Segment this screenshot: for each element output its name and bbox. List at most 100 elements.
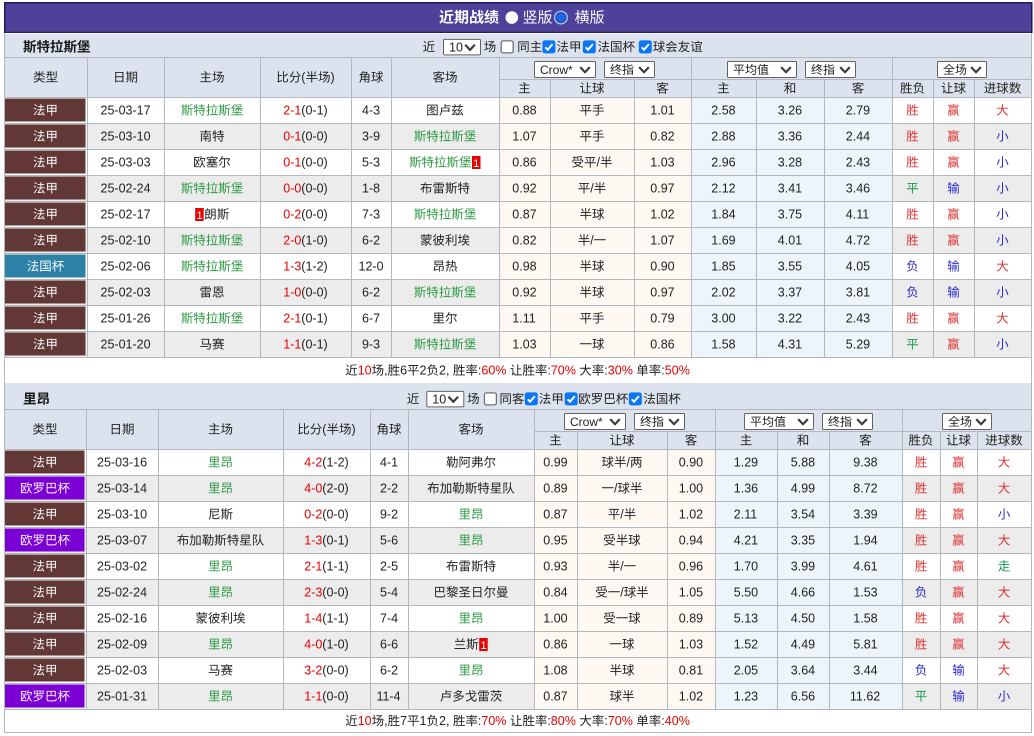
svg-text:4-0: 4-0 bbox=[304, 638, 322, 652]
svg-text:30%: 30% bbox=[608, 364, 633, 378]
svg-text:3.64: 3.64 bbox=[791, 664, 815, 678]
svg-text:1.69: 1.69 bbox=[711, 234, 735, 248]
svg-text:0.90: 0.90 bbox=[650, 260, 674, 274]
svg-text:/: / bbox=[620, 560, 624, 574]
svg-text:2.02: 2.02 bbox=[711, 286, 735, 300]
svg-text:/: / bbox=[614, 482, 618, 496]
svg-text:6-2: 6-2 bbox=[362, 286, 380, 300]
svg-text:5-3: 5-3 bbox=[362, 156, 380, 170]
svg-text:70%: 70% bbox=[608, 714, 633, 728]
svg-text:(1-0): (1-0) bbox=[301, 234, 327, 248]
svg-text:0.87: 0.87 bbox=[543, 690, 567, 704]
svg-text:2-1: 2-1 bbox=[304, 560, 322, 574]
svg-text:(0-0): (0-0) bbox=[301, 286, 327, 300]
svg-text:0.97: 0.97 bbox=[650, 182, 674, 196]
svg-text:4.11: 4.11 bbox=[846, 208, 869, 222]
svg-text:2-3: 2-3 bbox=[304, 586, 322, 600]
svg-text:70%: 70% bbox=[551, 364, 576, 378]
svg-text:6: 6 bbox=[400, 364, 407, 378]
svg-text:2.79: 2.79 bbox=[846, 104, 870, 118]
svg-text:0-0: 0-0 bbox=[283, 182, 301, 196]
svg-text:0.92: 0.92 bbox=[512, 182, 536, 196]
svg-text:3.26: 3.26 bbox=[778, 104, 802, 118]
svg-text:4-3: 4-3 bbox=[362, 104, 380, 118]
svg-text:2.44: 2.44 bbox=[846, 130, 870, 144]
svg-text:/: / bbox=[620, 508, 624, 522]
svg-text:6-6: 6-6 bbox=[380, 638, 398, 652]
svg-text:25-02-17: 25-02-17 bbox=[101, 208, 151, 222]
svg-text:1-3: 1-3 bbox=[283, 260, 301, 274]
svg-text:(0-1): (0-1) bbox=[301, 338, 327, 352]
svg-text:25-03-10: 25-03-10 bbox=[101, 130, 151, 144]
svg-text:1.05: 1.05 bbox=[679, 586, 703, 600]
svg-text:1-1: 1-1 bbox=[283, 338, 301, 352]
svg-text:1-0: 1-0 bbox=[283, 286, 301, 300]
svg-text:4.66: 4.66 bbox=[791, 586, 815, 600]
svg-text:25-02-24: 25-02-24 bbox=[101, 182, 151, 196]
svg-text:0.97: 0.97 bbox=[650, 286, 674, 300]
svg-text:6-2: 6-2 bbox=[362, 234, 380, 248]
svg-text:0.82: 0.82 bbox=[512, 234, 536, 248]
svg-text:3.36: 3.36 bbox=[778, 130, 802, 144]
svg-text:2,: 2, bbox=[439, 714, 449, 728]
svg-text:(0-1): (0-1) bbox=[301, 104, 327, 118]
svg-text:): ) bbox=[352, 423, 356, 437]
svg-text:(0-0): (0-0) bbox=[322, 664, 348, 678]
svg-text:1.53: 1.53 bbox=[853, 586, 877, 600]
svg-text:0.90: 0.90 bbox=[679, 456, 703, 470]
svg-text:25-03-07: 25-03-07 bbox=[97, 534, 147, 548]
svg-text:1-3: 1-3 bbox=[304, 534, 322, 548]
svg-text:0.98: 0.98 bbox=[512, 260, 536, 274]
svg-text:2.58: 2.58 bbox=[711, 104, 735, 118]
svg-text:1.03: 1.03 bbox=[650, 156, 674, 170]
svg-text:25-01-20: 25-01-20 bbox=[101, 338, 151, 352]
svg-text:7-3: 7-3 bbox=[362, 208, 380, 222]
svg-text:0-1: 0-1 bbox=[283, 130, 301, 144]
svg-text:3-9: 3-9 bbox=[362, 130, 380, 144]
svg-text:(0-0): (0-0) bbox=[301, 208, 327, 222]
svg-text:2.43: 2.43 bbox=[846, 312, 870, 326]
svg-text:25-01-31: 25-01-31 bbox=[97, 690, 147, 704]
svg-text:,: , bbox=[384, 364, 387, 378]
svg-text:1: 1 bbox=[480, 640, 486, 652]
svg-text:3.35: 3.35 bbox=[791, 534, 815, 548]
svg-text:11.62: 11.62 bbox=[850, 690, 880, 704]
svg-text:/: / bbox=[590, 182, 594, 196]
svg-text:1.58: 1.58 bbox=[853, 612, 877, 626]
svg-text:0.86: 0.86 bbox=[512, 156, 536, 170]
svg-text:2.43: 2.43 bbox=[846, 156, 870, 170]
svg-text:0.81: 0.81 bbox=[679, 664, 703, 678]
svg-text:1-1: 1-1 bbox=[304, 690, 322, 704]
svg-text:25-03-10: 25-03-10 bbox=[97, 508, 147, 522]
svg-text:25-03-14: 25-03-14 bbox=[97, 482, 147, 496]
svg-text:1.02: 1.02 bbox=[679, 690, 703, 704]
svg-text:3.22: 3.22 bbox=[778, 312, 802, 326]
svg-text:3-2: 3-2 bbox=[304, 664, 322, 678]
svg-text:1.70: 1.70 bbox=[734, 560, 758, 574]
svg-text:): ) bbox=[331, 71, 335, 85]
svg-text:9.38: 9.38 bbox=[853, 456, 877, 470]
svg-text:0.94: 0.94 bbox=[679, 534, 703, 548]
svg-text:10: 10 bbox=[432, 393, 446, 407]
svg-text:3.55: 3.55 bbox=[778, 260, 802, 274]
svg-text:/: / bbox=[597, 156, 601, 170]
svg-text:2: 2 bbox=[420, 364, 427, 378]
svg-text:1: 1 bbox=[196, 210, 202, 222]
svg-text:/: / bbox=[590, 234, 594, 248]
svg-text:5.81: 5.81 bbox=[853, 638, 877, 652]
svg-text:3.39: 3.39 bbox=[853, 508, 877, 522]
svg-text:0.88: 0.88 bbox=[512, 104, 536, 118]
svg-text:(1-2): (1-2) bbox=[301, 260, 327, 274]
svg-text:9-2: 9-2 bbox=[380, 508, 398, 522]
svg-text:10: 10 bbox=[449, 41, 463, 55]
svg-text:4.21: 4.21 bbox=[734, 534, 758, 548]
svg-text:0.86: 0.86 bbox=[650, 338, 674, 352]
svg-text:2.96: 2.96 bbox=[711, 156, 735, 170]
svg-text:25-02-03: 25-02-03 bbox=[97, 664, 147, 678]
svg-text:(1-1): (1-1) bbox=[322, 612, 348, 626]
svg-text:70%: 70% bbox=[481, 714, 506, 728]
svg-text:2-0: 2-0 bbox=[283, 234, 301, 248]
svg-text:1.02: 1.02 bbox=[679, 508, 703, 522]
svg-text:1.03: 1.03 bbox=[512, 338, 536, 352]
svg-text:4.31: 4.31 bbox=[778, 338, 802, 352]
